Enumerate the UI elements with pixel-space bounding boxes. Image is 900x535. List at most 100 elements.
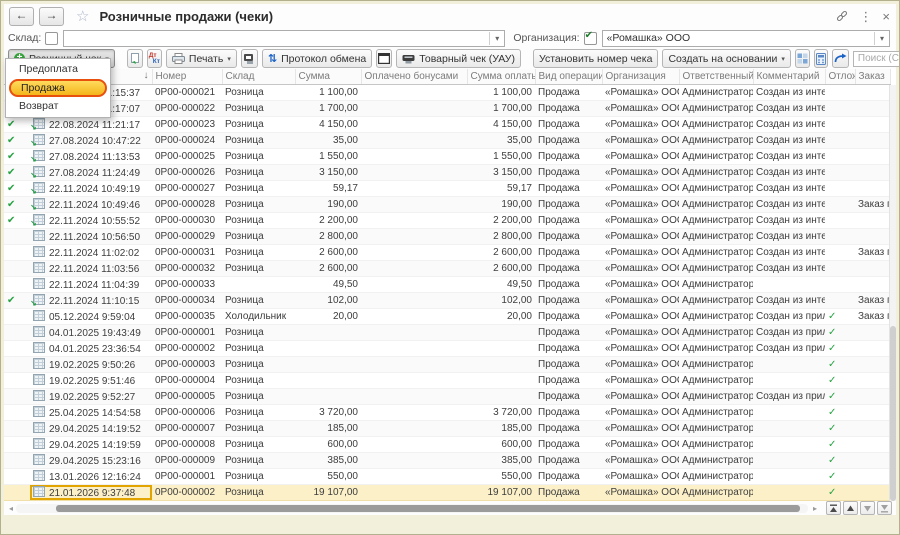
cell-org[interactable]: «Ромашка» ООО (602, 101, 679, 117)
table-row[interactable]: 22.11.2024 11:03:560P00-000032Розница2 6… (4, 261, 890, 277)
cell-payment[interactable]: 4 150,00 (467, 117, 535, 133)
cell-payment[interactable]: 1 100,00 (467, 85, 535, 101)
cell-date[interactable]: 22.11.2024 11:03:56 (30, 261, 152, 277)
cell-order[interactable] (855, 85, 890, 101)
cell-deferred[interactable]: ✓ (825, 405, 855, 421)
table-row[interactable]: 19.02.2025 9:50:260P00-000003РозницаПрод… (4, 357, 890, 373)
scroll-right-icon[interactable]: ▸ (810, 504, 820, 513)
cell-operation[interactable]: Продажа (535, 165, 602, 181)
cell-bonus[interactable] (361, 181, 467, 197)
cell-comment[interactable]: Создан из прил… (753, 309, 825, 325)
cell-status[interactable] (4, 485, 30, 501)
cell-bonus[interactable] (361, 357, 467, 373)
warehouse-combo[interactable]: ▾ (63, 30, 505, 47)
cell-status[interactable] (4, 245, 30, 261)
cell-operation[interactable]: Продажа (535, 469, 602, 485)
cell-date[interactable]: 19.02.2025 9:50:26 (30, 357, 152, 373)
go-to-bottom-button[interactable] (877, 501, 892, 515)
cell-comment[interactable]: Создан из инте… (753, 165, 825, 181)
cell-operation[interactable]: Продажа (535, 101, 602, 117)
create-based-on-button[interactable]: Создать на основании ▾ (662, 49, 790, 68)
cell-comment[interactable]: Создан из инте… (753, 133, 825, 149)
cell-deferred[interactable] (825, 181, 855, 197)
cell-date[interactable]: 05.12.2024 9:59:04 (30, 309, 152, 325)
cell-warehouse[interactable]: Розница (222, 373, 295, 389)
cell-order[interactable] (855, 165, 890, 181)
cell-operation[interactable]: Продажа (535, 213, 602, 229)
cell-sum[interactable]: 3 720,00 (295, 405, 361, 421)
cell-org[interactable]: «Ромашка» ООО (602, 165, 679, 181)
cell-operation[interactable]: Продажа (535, 405, 602, 421)
cell-org[interactable]: «Ромашка» ООО (602, 133, 679, 149)
cell-responsible[interactable]: Администратор (679, 389, 753, 405)
cell-order[interactable] (855, 101, 890, 117)
cell-org[interactable]: «Ромашка» ООО (602, 389, 679, 405)
cell-comment[interactable]: Создан из инте… (753, 245, 825, 261)
cell-date[interactable]: 29.04.2025 14:19:52 (30, 421, 152, 437)
cell-status[interactable]: ✔ (4, 197, 30, 213)
cell-number[interactable]: 0P00-000001 (152, 469, 222, 485)
chevron-down-icon[interactable]: ▾ (489, 32, 504, 45)
table-row[interactable]: 29.04.2025 14:19:590P00-000008Розница600… (4, 437, 890, 453)
cell-deferred[interactable]: ✓ (825, 485, 855, 501)
cell-comment[interactable]: Создан из инте… (753, 229, 825, 245)
cell-bonus[interactable] (361, 213, 467, 229)
cell-sum[interactable]: 102,00 (295, 293, 361, 309)
scroll-left-icon[interactable]: ◂ (6, 504, 16, 513)
table-row[interactable]: ✔22.08.2024 11:21:170P00-000023Розница4 … (4, 117, 890, 133)
column-header-bonus[interactable]: Оплачено бонусами (361, 69, 467, 85)
cell-operation[interactable]: Продажа (535, 229, 602, 245)
cell-operation[interactable]: Продажа (535, 485, 602, 501)
cell-status[interactable] (4, 373, 30, 389)
cell-number[interactable]: 0P00-000008 (152, 437, 222, 453)
warehouse-checkbox[interactable] (45, 32, 58, 45)
cell-org[interactable]: «Ромашка» ООО (602, 85, 679, 101)
column-header-deferred[interactable]: Отложен (825, 69, 855, 85)
cell-comment[interactable]: Создан из инте… (753, 101, 825, 117)
cell-status[interactable] (4, 453, 30, 469)
cell-org[interactable]: «Ромашка» ООО (602, 261, 679, 277)
cell-order[interactable] (855, 421, 890, 437)
cell-operation[interactable]: Продажа (535, 293, 602, 309)
table-row[interactable]: ✔22.08.2024 11:17:070P00-000022Розница1 … (4, 101, 890, 117)
cell-bonus[interactable] (361, 165, 467, 181)
cell-warehouse[interactable]: Розница (222, 181, 295, 197)
cell-date[interactable]: 22.11.2024 10:56:50 (30, 229, 152, 245)
cell-status[interactable]: ✔ (4, 181, 30, 197)
cell-number[interactable]: 0P00-000009 (152, 453, 222, 469)
cell-number[interactable]: 0P00-000034 (152, 293, 222, 309)
cell-order[interactable]: Заказ пок… (855, 245, 890, 261)
cell-comment[interactable]: Создан из инте… (753, 261, 825, 277)
cell-responsible[interactable]: Администратор (679, 117, 753, 133)
cell-org[interactable]: «Ромашка» ООО (602, 453, 679, 469)
column-header-payment[interactable]: Сумма оплаты (467, 69, 535, 85)
cell-status[interactable]: ✔ (4, 293, 30, 309)
cell-bonus[interactable] (361, 453, 467, 469)
cell-sum[interactable]: 550,00 (295, 469, 361, 485)
cell-warehouse[interactable]: Розница (222, 149, 295, 165)
cell-comment[interactable] (753, 485, 825, 501)
page-down-button[interactable] (860, 501, 875, 515)
cell-payment[interactable]: 2 600,00 (467, 245, 535, 261)
cell-org[interactable]: «Ромашка» ООО (602, 213, 679, 229)
cell-status[interactable] (4, 341, 30, 357)
cell-responsible[interactable]: Администратор (679, 277, 753, 293)
cell-sum[interactable]: 4 150,00 (295, 117, 361, 133)
cell-number[interactable]: 0P00-000021 (152, 85, 222, 101)
cell-responsible[interactable]: Администратор (679, 229, 753, 245)
cell-warehouse[interactable]: Розница (222, 101, 295, 117)
set-check-number-button[interactable]: Установить номер чека (533, 49, 658, 68)
cell-deferred[interactable]: ✓ (825, 469, 855, 485)
cell-warehouse[interactable]: Розница (222, 405, 295, 421)
table-row[interactable]: ✔27.08.2024 11:24:490P00-000026Розница3 … (4, 165, 890, 181)
cell-date[interactable]: 27.08.2024 10:47:22 (30, 133, 152, 149)
cell-bonus[interactable] (361, 229, 467, 245)
cell-sum[interactable] (295, 341, 361, 357)
horizontal-scrollbar[interactable] (16, 504, 808, 513)
column-header-number[interactable]: Номер (152, 69, 222, 85)
cell-warehouse[interactable]: Розница (222, 261, 295, 277)
cell-number[interactable]: 0P00-000032 (152, 261, 222, 277)
cell-date[interactable]: 21.01.2026 9:37:48 (30, 485, 152, 501)
cell-status[interactable] (4, 405, 30, 421)
cell-comment[interactable]: Создан из инте… (753, 197, 825, 213)
